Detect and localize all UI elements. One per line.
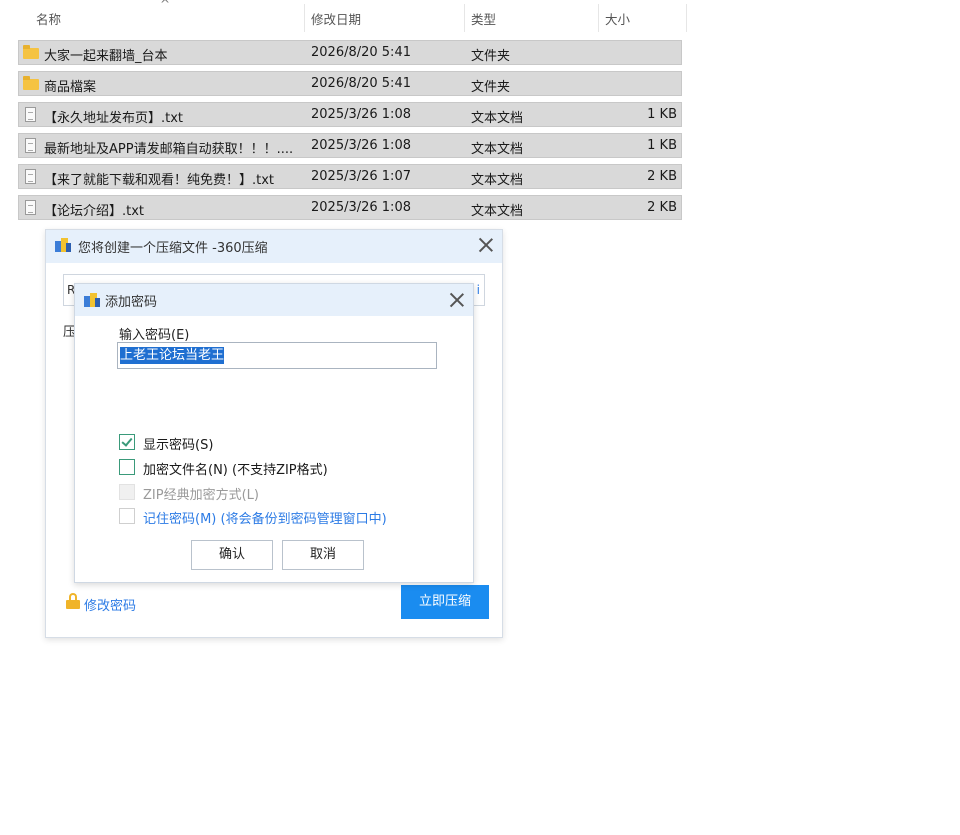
add-password-dialog: 添加密码 输入密码(E) 上老王论坛当老王 显示密码(S) 加密文件名(N) (… — [74, 283, 474, 583]
file-list-header: ^ 名称 修改日期 类型 大小 — [0, 0, 690, 34]
360-zip-icon — [55, 238, 71, 252]
file-type: 文本文档 — [471, 204, 524, 219]
file-date: 2026/8/20 5:41 — [311, 76, 411, 91]
close-icon[interactable] — [448, 291, 466, 309]
path-field-edge: i — [476, 283, 480, 297]
file-date: 2025/3/26 1:08 — [311, 107, 411, 122]
file-name: 【永久地址发布页】.txt — [44, 111, 184, 126]
text-file-icon — [23, 169, 39, 184]
file-row[interactable]: 大家一起来翻墙_台本 2026/8/20 5:41 文件夹 — [18, 40, 682, 65]
360-zip-icon — [84, 293, 100, 307]
file-name: 【来了就能下载和观看！纯免费！】.txt — [44, 173, 275, 188]
file-row[interactable]: 【论坛介绍】.txt 2025/3/26 1:08 文本文档 2 KB — [18, 195, 682, 220]
text-file-icon — [23, 200, 39, 215]
change-password-link[interactable]: 修改密码 — [84, 595, 136, 614]
file-size: 2 KB — [647, 169, 677, 184]
file-date: 2025/3/26 1:08 — [311, 200, 411, 215]
password-dialog-title: 添加密码 — [105, 295, 158, 310]
file-size: 1 KB — [647, 107, 677, 122]
compress-dialog-title: 您将创建一个压缩文件 -360压缩 — [78, 241, 268, 256]
file-type: 文件夹 — [471, 80, 511, 95]
column-divider[interactable] — [686, 4, 687, 32]
file-size: 2 KB — [647, 200, 677, 215]
text-file-icon — [23, 138, 39, 153]
file-row[interactable]: 【永久地址发布页】.txt 2025/3/26 1:08 文本文档 1 KB — [18, 102, 682, 127]
file-date: 2025/3/26 1:07 — [311, 169, 411, 184]
folder-icon — [23, 45, 39, 60]
file-date: 2025/3/26 1:08 — [311, 138, 411, 153]
password-label: 输入密码(E) — [119, 328, 190, 343]
compress-dialog-titlebar[interactable]: 您将创建一个压缩文件 -360压缩 — [46, 230, 502, 263]
confirm-button[interactable]: 确认 — [191, 540, 273, 570]
file-type: 文本文档 — [471, 111, 524, 126]
encrypt-filenames-checkbox[interactable] — [119, 459, 135, 475]
file-type: 文件夹 — [471, 49, 511, 64]
zip-classic-encryption-checkbox — [119, 484, 135, 500]
file-name: 最新地址及APP请发邮箱自动获取！！！.... — [44, 142, 294, 157]
file-date: 2026/8/20 5:41 — [311, 45, 411, 60]
file-type: 文本文档 — [471, 142, 524, 157]
file-size: 1 KB — [647, 138, 677, 153]
show-password-label: 显示密码(S) — [143, 438, 214, 453]
column-header-type[interactable]: 类型 — [471, 9, 496, 28]
compress-now-button[interactable]: 立即压缩 — [401, 585, 489, 619]
text-file-icon — [23, 107, 39, 122]
file-row[interactable]: 最新地址及APP请发邮箱自动获取！！！.... 2025/3/26 1:08 文… — [18, 133, 682, 158]
cancel-button[interactable]: 取消 — [282, 540, 364, 570]
remember-password-label: 记住密码(M) (将会备份到密码管理窗口中) — [143, 512, 387, 527]
sort-ascending-icon[interactable]: ^ — [160, 0, 170, 11]
password-input[interactable]: 上老王论坛当老王 — [117, 342, 437, 369]
file-type: 文本文档 — [471, 173, 524, 188]
remember-password-checkbox[interactable] — [119, 508, 135, 524]
password-dialog-titlebar[interactable]: 添加密码 — [75, 284, 473, 316]
lock-icon — [66, 593, 80, 609]
file-row[interactable]: 商品檔案 2026/8/20 5:41 文件夹 — [18, 71, 682, 96]
file-name: 大家一起来翻墙_台本 — [44, 49, 168, 64]
column-header-size[interactable]: 大小 — [605, 9, 630, 28]
file-name: 【论坛介绍】.txt — [44, 204, 145, 219]
column-header-date[interactable]: 修改日期 — [311, 9, 361, 28]
column-divider[interactable] — [304, 4, 305, 32]
close-icon[interactable] — [477, 236, 495, 254]
show-password-checkbox[interactable] — [119, 434, 135, 450]
column-header-name[interactable]: 名称 — [36, 9, 61, 28]
password-value: 上老王论坛当老王 — [120, 347, 225, 364]
column-divider[interactable] — [598, 4, 599, 32]
file-name: 商品檔案 — [44, 80, 97, 95]
column-divider[interactable] — [464, 4, 465, 32]
zip-classic-encryption-label: ZIP经典加密方式(L) — [143, 488, 259, 503]
folder-icon — [23, 76, 39, 91]
file-row[interactable]: 【来了就能下载和观看！纯免费！】.txt 2025/3/26 1:07 文本文档… — [18, 164, 682, 189]
encrypt-filenames-label: 加密文件名(N) (不支持ZIP格式) — [143, 463, 328, 478]
